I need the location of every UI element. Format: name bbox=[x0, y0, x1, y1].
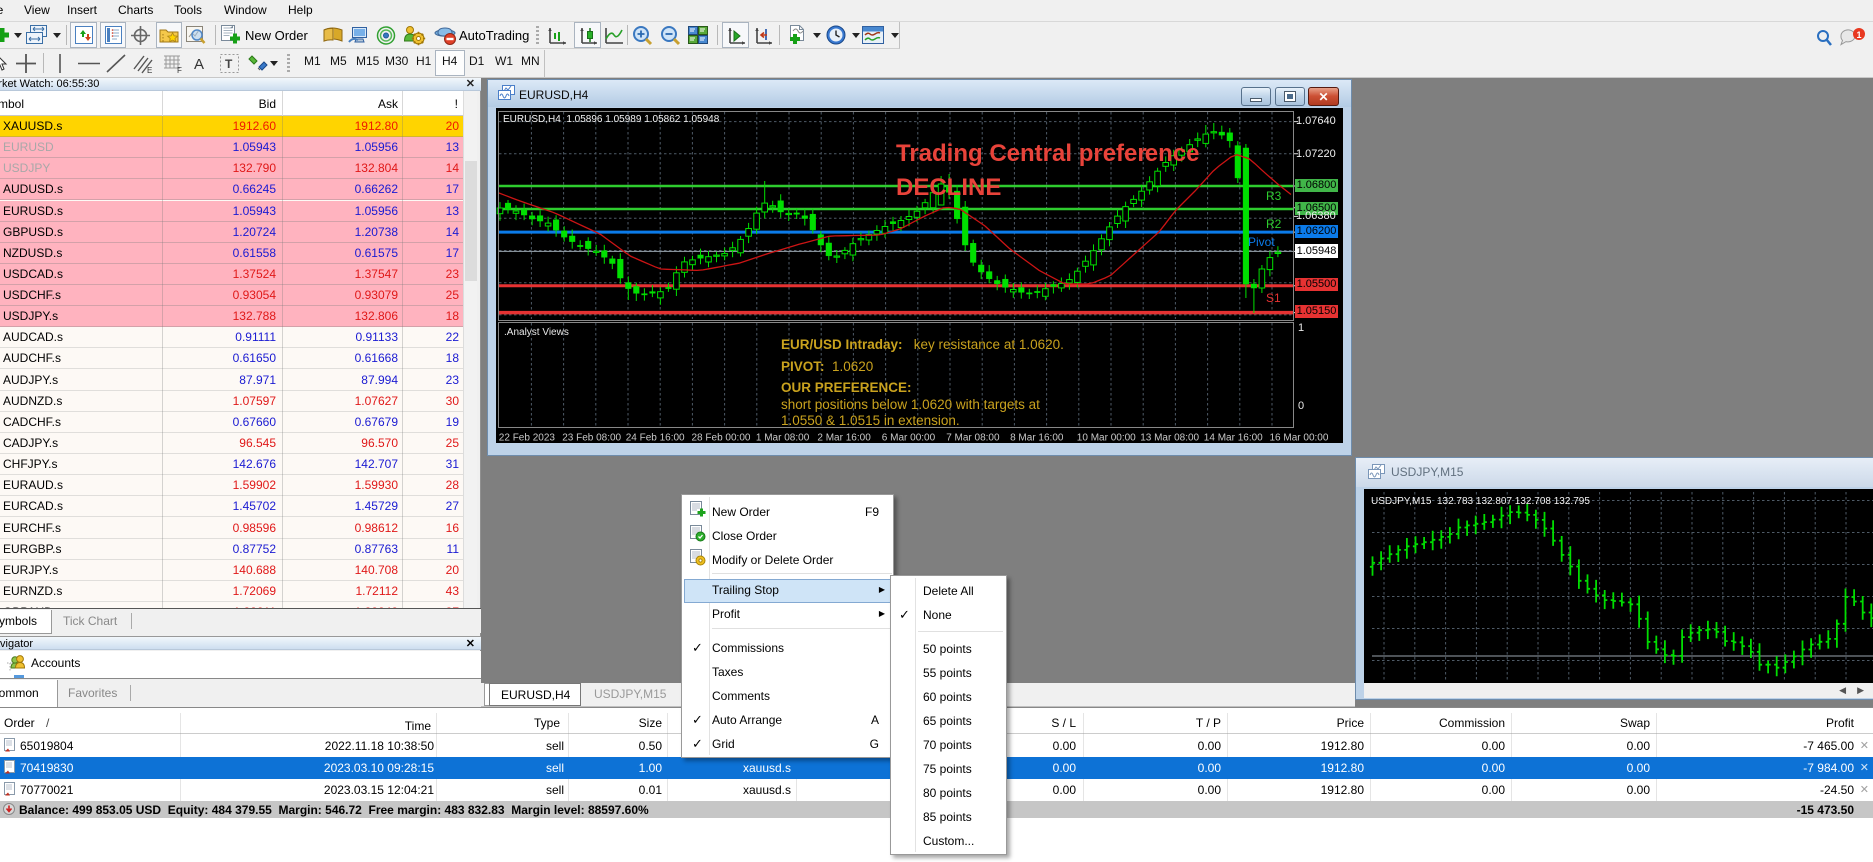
svg-text:24 Feb 16:00: 24 Feb 16:00 bbox=[626, 433, 685, 444]
svg-text:7 Mar 08:00: 7 Mar 08:00 bbox=[946, 433, 1000, 444]
svg-text:1: 1 bbox=[1856, 30, 1861, 40]
svg-text:23 Feb 08:00: 23 Feb 08:00 bbox=[562, 433, 621, 444]
svg-text:16 Mar 00:00: 16 Mar 00:00 bbox=[1270, 433, 1329, 444]
svg-text:F: F bbox=[177, 66, 182, 74]
svg-text:6 Mar 00:00: 6 Mar 00:00 bbox=[882, 433, 936, 444]
svg-text:10 Mar 00:00: 10 Mar 00:00 bbox=[1077, 433, 1136, 444]
svg-text:1 Mar 08:00: 1 Mar 08:00 bbox=[756, 433, 810, 444]
svg-text:2 Mar 16:00: 2 Mar 16:00 bbox=[817, 433, 871, 444]
svg-text:13 Mar 08:00: 13 Mar 08:00 bbox=[1140, 433, 1199, 444]
svg-text:T: T bbox=[225, 57, 233, 71]
svg-text:14 Mar 16:00: 14 Mar 16:00 bbox=[1204, 433, 1263, 444]
svg-text:E: E bbox=[147, 66, 152, 74]
svg-text:22 Feb 2023: 22 Feb 2023 bbox=[499, 433, 556, 444]
svg-text:28 Feb 00:00: 28 Feb 00:00 bbox=[692, 433, 751, 444]
svg-text:8 Mar 16:00: 8 Mar 16:00 bbox=[1010, 433, 1064, 444]
